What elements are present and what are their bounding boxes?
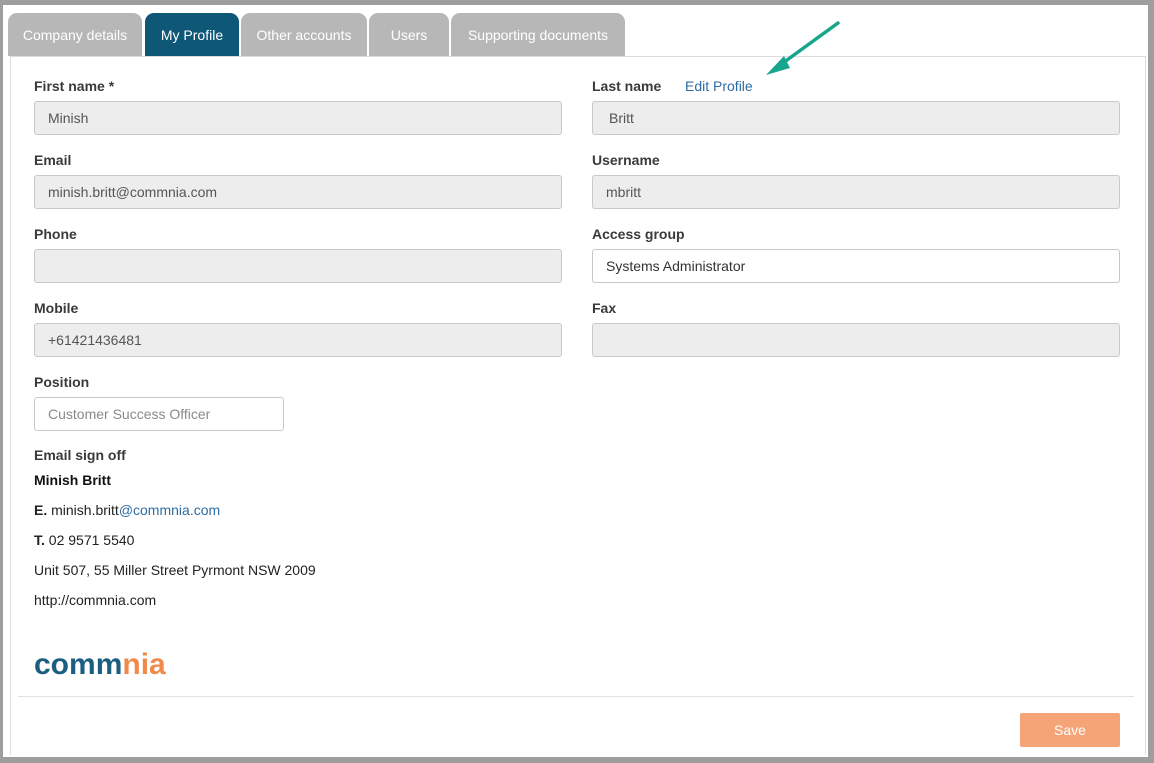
signoff-phone-line: T. 02 9571 5540	[34, 532, 134, 548]
logo-part-3: nia	[122, 648, 166, 681]
access-group-label: Access group	[592, 226, 685, 242]
signoff-name: Minish Britt	[34, 472, 111, 488]
phone-field[interactable]	[34, 249, 562, 283]
logo-part-1: co	[34, 648, 70, 681]
annotation-arrow-icon	[766, 21, 840, 75]
mobile-label: Mobile	[34, 300, 79, 316]
access-group-field[interactable]: Systems Administrator	[592, 249, 1120, 283]
username-field[interactable]: mbritt	[592, 175, 1120, 209]
signoff-website-link[interactable]: http://commnia.com	[34, 592, 156, 608]
signoff-phone-prefix: T.	[34, 532, 45, 548]
footer-divider	[18, 696, 1134, 697]
phone-label: Phone	[34, 226, 77, 242]
username-label: Username	[592, 152, 660, 168]
mobile-field[interactable]: +61421436481	[34, 323, 562, 357]
tab-other-accounts[interactable]: Other accounts	[241, 13, 367, 56]
first-name-field[interactable]: Minish	[34, 101, 562, 135]
position-label: Position	[34, 374, 90, 390]
position-field[interactable]: Customer Success Officer	[34, 397, 284, 431]
signoff-email-user: minish.britt	[51, 502, 119, 518]
commnia-logo: commnia	[34, 648, 166, 682]
email-label: Email	[34, 152, 72, 168]
last-name-label: Last name	[592, 78, 662, 94]
signoff-email-line: E. minish.britt@commnia.com	[34, 502, 220, 518]
signoff-phone: 02 9571 5540	[48, 532, 135, 548]
email-field[interactable]: minish.britt@commnia.com	[34, 175, 562, 209]
edit-profile-link[interactable]: Edit Profile	[685, 78, 753, 94]
tab-my-profile[interactable]: My Profile	[145, 13, 239, 56]
fax-field[interactable]	[592, 323, 1120, 357]
logo-part-2: mm	[69, 648, 123, 681]
tab-users[interactable]: Users	[369, 13, 449, 56]
tab-company-details[interactable]: Company details	[8, 13, 142, 56]
last-name-field[interactable]: Britt	[592, 101, 1120, 135]
first-name-label: First name *	[34, 78, 115, 94]
signoff-email-domain-link[interactable]: @commnia.com	[119, 502, 220, 518]
email-signoff-label: Email sign off	[34, 447, 126, 463]
signoff-email-prefix: E.	[34, 502, 48, 518]
tab-supporting-documents[interactable]: Supporting documents	[451, 13, 625, 56]
fax-label: Fax	[592, 300, 617, 316]
save-button[interactable]: Save	[1020, 713, 1120, 747]
signoff-address: Unit 507, 55 Miller Street Pyrmont NSW 2…	[34, 562, 316, 578]
